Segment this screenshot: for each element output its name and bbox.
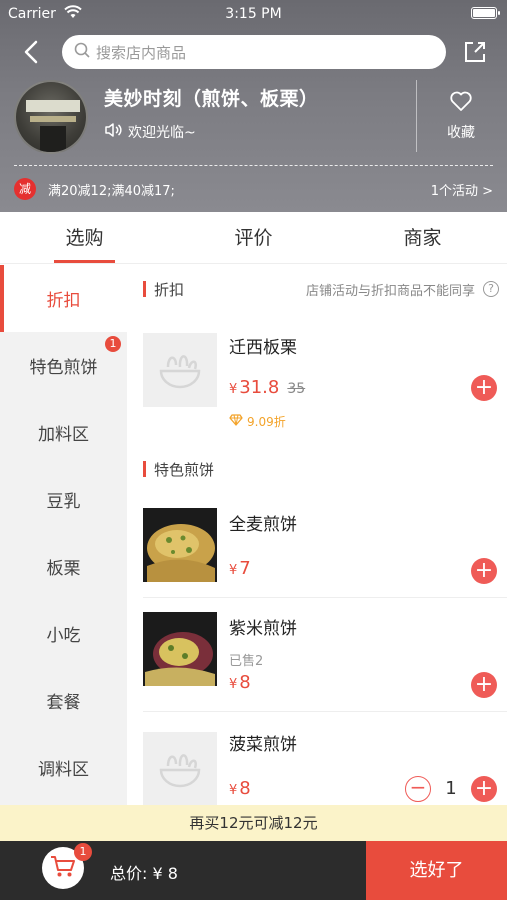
favorite-button[interactable]: 收藏 (436, 90, 486, 142)
favorite-label: 收藏 (447, 125, 475, 141)
section-header-special: 特色煎饼 (143, 459, 499, 479)
back-arrow-icon[interactable] (18, 38, 46, 66)
tab-shop[interactable]: 选购 (0, 212, 169, 263)
product-list: 折扣 店铺活动与折扣商品不能同享 ? 迁西板栗 ¥31.8 35 9.09折 + … (127, 265, 507, 805)
category-special-pancake[interactable]: 特色煎饼 1 (0, 332, 127, 399)
pancake-photo (143, 508, 217, 582)
header-divider (416, 80, 417, 152)
category-label: 小吃 (46, 626, 81, 646)
pancake-photo (143, 612, 217, 686)
cart-button[interactable]: 1 (42, 843, 92, 889)
category-discount[interactable]: 折扣 (0, 265, 127, 332)
placeholder-bowl-image (143, 732, 217, 805)
category-condiments[interactable]: 调料区 (0, 734, 127, 801)
category-label: 调料区 (38, 760, 89, 780)
tab-bar: 选购 评价 商家 (0, 212, 507, 264)
product-price: ¥7 (229, 558, 251, 579)
cart-total: 总价: ¥ 8 (110, 864, 178, 883)
quantity-value: 1 (445, 778, 457, 799)
section-note: 店铺活动与折扣商品不能同享 ? (306, 280, 499, 299)
cart-count-badge: 1 (74, 843, 92, 861)
add-button[interactable]: + (471, 776, 497, 802)
add-button[interactable]: + (471, 558, 497, 584)
product-name: 菠菜煎饼 (229, 735, 297, 755)
discount-tag: 9.09折 (229, 413, 286, 430)
tab-merchant[interactable]: 商家 (338, 212, 507, 263)
help-icon[interactable]: ? (483, 281, 499, 297)
category-count-badge: 1 (105, 336, 121, 352)
category-label: 板栗 (46, 559, 81, 579)
category-sidebar: 折扣 特色煎饼 1 加料区 豆乳 板栗 小吃 套餐 调料区 (0, 265, 127, 805)
share-icon[interactable] (461, 38, 489, 66)
product-price: ¥31.8 35 (229, 377, 306, 398)
cart-bar: 1 总价: ¥ 8 选好了 (0, 841, 507, 900)
checkout-button[interactable]: 选好了 (366, 841, 507, 900)
product-name: 全麦煎饼 (229, 515, 297, 535)
search-icon (74, 42, 90, 62)
speaker-icon (104, 122, 128, 142)
shop-avatar[interactable] (14, 80, 88, 154)
status-bar: Carrier 3:15 PM (0, 0, 507, 28)
dashed-divider (14, 165, 493, 166)
original-price: 35 (287, 381, 306, 397)
welcome-notice: 欢迎光临~ (104, 122, 196, 142)
decrease-button[interactable]: − (405, 776, 431, 802)
search-placeholder: 搜索店内商品 (96, 43, 187, 62)
discount-badge: 减 (14, 178, 36, 200)
activity-link[interactable]: 1个活动 > (431, 180, 493, 199)
clock: 3:15 PM (225, 6, 282, 22)
product-price: ¥8 (229, 672, 251, 693)
product-price: ¥8 (229, 778, 251, 799)
promo-text: 满20减12;满40减17; (48, 183, 175, 199)
discount-tip: 再买12元可减12元 (0, 805, 507, 841)
welcome-text: 欢迎光临~ (128, 125, 196, 141)
category-toppings[interactable]: 加料区 (0, 399, 127, 466)
shop-header: Carrier 3:15 PM 搜索店内商品 美妙时刻（煎饼、板栗） 欢迎光临~… (0, 0, 507, 212)
add-button[interactable]: + (471, 375, 497, 401)
promo-row[interactable]: 减 满20减12;满40减17; 1个活动 > (14, 178, 493, 200)
category-label: 豆乳 (46, 492, 81, 512)
category-soy-milk[interactable]: 豆乳 (0, 466, 127, 533)
product-name: 紫米煎饼 (229, 619, 297, 639)
battery-icon (471, 7, 500, 19)
sold-count: 已售2 (229, 654, 264, 669)
cart-icon (50, 854, 76, 882)
category-combo[interactable]: 套餐 (0, 667, 127, 734)
category-label: 加料区 (38, 425, 89, 445)
tab-reviews[interactable]: 评价 (169, 212, 338, 263)
heart-icon (449, 91, 473, 116)
shop-name: 美妙时刻（煎饼、板栗） (104, 88, 319, 110)
diamond-icon (229, 414, 247, 429)
category-label: 套餐 (46, 693, 81, 713)
section-header-discount: 折扣 店铺活动与折扣商品不能同享 ? (143, 279, 499, 299)
category-snacks[interactable]: 小吃 (0, 600, 127, 667)
category-label: 特色煎饼 (29, 358, 98, 378)
section-title: 特色煎饼 (154, 460, 215, 479)
product-name: 迁西板栗 (229, 338, 297, 358)
search-input[interactable]: 搜索店内商品 (62, 35, 446, 69)
category-label: 折扣 (46, 291, 81, 311)
add-button[interactable]: + (471, 672, 497, 698)
placeholder-bowl-image (143, 333, 217, 407)
section-title: 折扣 (154, 280, 185, 299)
category-chestnut[interactable]: 板栗 (0, 533, 127, 600)
